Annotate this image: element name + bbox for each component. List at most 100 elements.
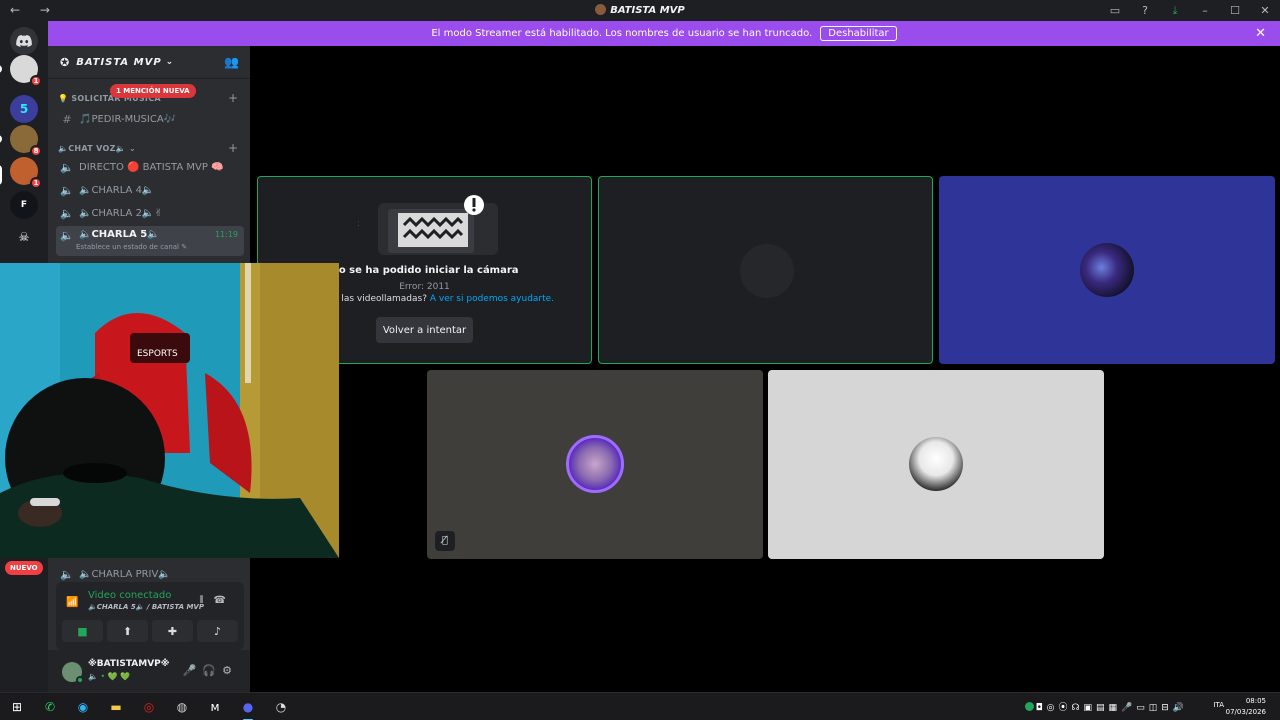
streamer-mode-banner: El modo Streamer está habilitado. Los no… <box>48 21 1280 46</box>
server-logo-glyph: F <box>20 200 28 210</box>
inbox-icon[interactable]: ▭ <box>1100 4 1130 17</box>
server-pets[interactable]: 8 <box>10 125 42 157</box>
app-icon[interactable]: ◎ <box>140 698 158 716</box>
speaker-icon: 🔈 <box>60 160 74 174</box>
add-channel-icon[interactable]: + <box>228 141 238 155</box>
voice-channel-charla-4[interactable]: 🔈 🔈CHARLA 4🔈 <box>56 180 244 200</box>
edge-icon[interactable]: ◉ <box>74 698 92 716</box>
self-camera-preview[interactable]: ESPORTS <box>0 263 339 558</box>
avatar[interactable] <box>62 662 84 684</box>
disable-button[interactable]: Deshabilitar <box>820 26 897 41</box>
speaker-icon: 🔈 <box>60 206 74 220</box>
gear-icon[interactable]: ⚙ <box>222 664 238 677</box>
svg-text:✕: ✕ <box>358 220 360 230</box>
status-icon[interactable] <box>1024 702 1034 711</box>
download-icon[interactable]: ⤓ <box>1160 4 1190 18</box>
status-indicator <box>76 676 84 684</box>
tray-icons[interactable]: ◘◎⦿☊▣▤▦🎤▭◫⊟🔊 <box>1036 700 1188 713</box>
server-5[interactable]: 5 <box>10 95 38 123</box>
video-tile-user[interactable]: 🎙̸ <box>427 370 763 559</box>
maximize-button[interactable]: ☐ <box>1220 4 1250 17</box>
channel-status-hint[interactable]: Establece un estado de canal ✎ <box>76 243 187 251</box>
speaker-icon: 🔈 <box>60 229 74 242</box>
mention-count: 1 <box>30 75 42 87</box>
window-controls: ▭ ? ⤓ – ☐ ✕ <box>1100 0 1280 21</box>
signal-icon[interactable]: 📶 <box>66 597 78 608</box>
avatar <box>1080 243 1134 297</box>
mention-count: 1 <box>30 177 42 189</box>
skull-icon: ☠ <box>18 230 30 244</box>
video-tile-user[interactable] <box>939 176 1275 364</box>
mention-badge[interactable]: 1 MENCIÓN NUEVA <box>110 84 196 98</box>
voice-connected-panel: 📶 Video conectado 🔈CHARLA 5🔈 / BATISTA M… <box>56 582 244 650</box>
activities-button[interactable]: ✚ <box>152 620 193 642</box>
camera-button[interactable]: ■ <box>62 620 103 642</box>
new-badge[interactable]: NUEVO <box>5 561 43 575</box>
disconnect-icon[interactable]: ☎ <box>214 595 236 606</box>
voice-channel-charla-priv[interactable]: 🔈 🔈CHARLA PRIV🔈 <box>56 564 244 584</box>
discord-taskbar-icon[interactable]: ● <box>239 698 257 720</box>
clock-time: 08:05 <box>1245 697 1266 705</box>
channel-label: 🔈CHARLA 5🔈 <box>79 229 160 240</box>
webcam-image: ESPORTS <box>0 263 339 558</box>
muted-mic-icon: 🎙̸ <box>435 531 455 551</box>
retry-button[interactable]: Volver a intentar <box>376 317 473 343</box>
video-tile-user[interactable] <box>768 370 1104 559</box>
server-5-glyph: 5 <box>19 102 29 116</box>
app-window: ← → BATISTA MVP ▭ ? ⤓ – ☐ ✕ 1 5 8 1 F ☠ … <box>0 0 1280 720</box>
noise-suppression-icon[interactable]: ⫴ <box>199 595 213 606</box>
speaker-icon: 🔈 <box>60 183 74 197</box>
add-channel-icon[interactable]: + <box>228 91 238 105</box>
help-link[interactable]: A ver si podemos ayudarte. <box>430 294 554 304</box>
channel-label: 🔈CHARLA 2🔈✌ <box>79 207 163 219</box>
headphones-icon[interactable]: 🎧 <box>202 664 222 677</box>
title-bar: ← → BATISTA MVP ▭ ? ⤓ – ☐ ✕ <box>0 0 1280 21</box>
whatsapp-icon[interactable]: ✆ <box>41 698 59 716</box>
username[interactable]: ※BATISTAMVP※ <box>88 659 170 669</box>
server-batista[interactable]: 1 <box>10 157 42 189</box>
os-taskbar: ⊞ ✆ ◉ ▬ ◎ ◍ ᴍ ● ◔ ◘◎⦿☊▣▤▦🎤▭◫⊟🔊 ITA 08:05… <box>0 692 1280 720</box>
voice-channel-charla-2[interactable]: 🔈 🔈CHARLA 2🔈✌ <box>56 203 244 223</box>
add-user-icon[interactable]: 👥 <box>224 55 240 69</box>
user-status: 🔈 • 💚 💚 <box>88 672 131 681</box>
hash-icon: # <box>62 112 72 126</box>
unread-pill <box>0 135 2 143</box>
app-icon[interactable]: ◍ <box>173 698 191 716</box>
user-controls: 🎤🎧⚙ <box>183 664 238 677</box>
windows-start-icon[interactable]: ⊞ <box>8 698 26 716</box>
system-tray: ◘◎⦿☊▣▤▦🎤▭◫⊟🔊 <box>1024 700 1188 713</box>
close-button[interactable]: ✕ <box>1250 4 1280 17</box>
voice-actions: ⫴☎ <box>199 595 236 606</box>
language-indicator[interactable]: ITA <box>1213 701 1224 709</box>
chevron-down-icon: ⌄ <box>165 57 175 67</box>
unread-pill <box>0 65 2 73</box>
guild-header[interactable]: ✪ BATISTA MVP ⌄ 👥 <box>48 46 250 79</box>
microphone-icon[interactable]: 🎤 <box>183 664 203 677</box>
video-tile-user[interactable] <box>598 176 933 364</box>
discord-home-icon[interactable] <box>10 27 38 55</box>
voice-channel-directo[interactable]: 🔈 DIRECTO 🔴 BATISTA MVP 🧠 <box>56 157 244 177</box>
folder-icon[interactable]: ▬ <box>107 698 125 716</box>
window-title-text: BATISTA MVP <box>610 5 685 16</box>
minimize-button[interactable]: – <box>1190 4 1220 17</box>
close-icon[interactable]: ✕ <box>1255 26 1266 41</box>
video-grid: ✕ No se ha podido iniciar la cámara Erro… <box>250 46 1280 692</box>
app-icon[interactable]: ᴍ <box>206 698 224 716</box>
voice-button-row: ■ ⬆ ✚ ♪ <box>62 620 238 642</box>
speaker-icon: 🔈 <box>60 567 74 581</box>
channel-label: DIRECTO 🔴 BATISTA MVP 🧠 <box>79 161 224 173</box>
clock[interactable]: 08:05 07/03/2026 <box>1226 696 1266 718</box>
obs-icon[interactable]: ◔ <box>272 698 290 716</box>
server-logo[interactable]: F <box>10 191 38 219</box>
category-voice[interactable]: 🔈CHAT VOZ🔈 ⌄ <box>58 144 136 153</box>
category-voice-label: 🔈CHAT VOZ🔈 <box>58 144 126 153</box>
server-avatar-manga[interactable]: 1 <box>10 55 42 87</box>
voice-channel-info[interactable]: 🔈CHARLA 5🔈 / BATISTA MVP <box>88 603 204 611</box>
channel-timer: 11:19 <box>214 230 238 239</box>
server-skull[interactable]: ☠ <box>10 223 38 251</box>
screen-share-button[interactable]: ⬆ <box>107 620 148 642</box>
help-icon[interactable]: ? <box>1130 4 1160 17</box>
channel-pedir-musica[interactable]: # 🎵PEDIR-MUSICA🎶 <box>56 108 244 130</box>
voice-channel-charla-5[interactable]: 🔈 🔈CHARLA 5🔈 11:19 Establece un estado d… <box>56 226 244 256</box>
soundboard-button[interactable]: ♪ <box>197 620 238 642</box>
